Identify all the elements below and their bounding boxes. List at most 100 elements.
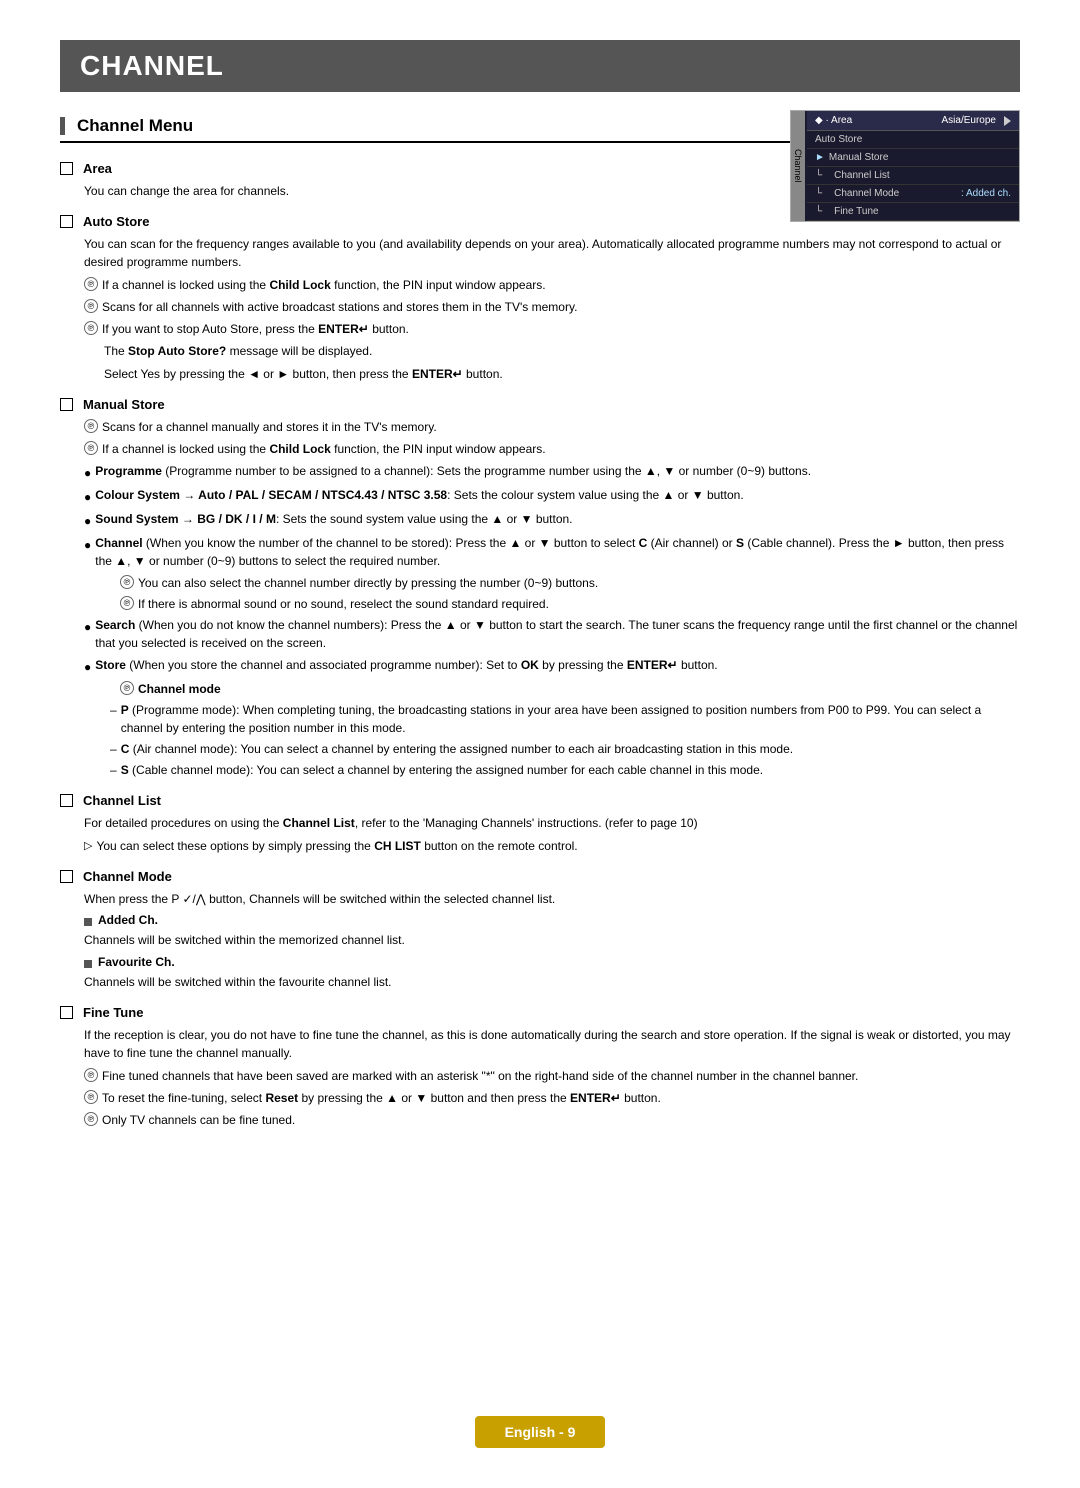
menu-row-autostote: Auto Store (807, 131, 1019, 149)
ms-sub-note2-text: If there is abnormal sound or no sound, … (138, 595, 549, 613)
ms-channel-text: Channel (When you know the number of the… (95, 534, 1020, 570)
channelmode-title: Channel Mode (83, 869, 172, 884)
ms-note2-text: If a channel is locked using the Child L… (102, 440, 546, 458)
ms-search-text: Search (When you do not know the channel… (95, 616, 1020, 652)
menu-channelmode-value: : Added ch. (961, 188, 1011, 199)
fav-ch-header: Favourite Ch. (84, 955, 1020, 969)
page: CHANNEL Channel Menu Channel ◆ · Area As… (0, 0, 1080, 1488)
ms-programme-text: Programme (Programme number to be assign… (95, 462, 811, 480)
menu-area-arrow (1004, 116, 1011, 126)
channelmode-header: Channel Mode (60, 869, 1020, 884)
channellist-note-text: You can select these options by simply p… (96, 837, 577, 855)
note-circle-icon3: ℗ (84, 321, 98, 335)
ms-dash-p: – P (Programme mode): When completing tu… (110, 701, 1020, 737)
ms-dash-c-text: C (Air channel mode): You can select a c… (121, 740, 793, 758)
footer-badge: English - 9 (475, 1416, 606, 1448)
ms-dash-p-text: P (Programme mode): When completing tuni… (121, 701, 1020, 737)
finetune-note3: ℗ Only TV channels can be fine tuned. (84, 1111, 1020, 1129)
bullet-dot1: ● (84, 464, 91, 482)
note-circle-icon: ℗ (84, 277, 98, 291)
autostore-body: You can scan for the frequency ranges av… (84, 235, 1020, 271)
ms-bullet-search: ● Search (When you do not know the chann… (84, 616, 1020, 652)
bullet-dot2: ● (84, 488, 91, 506)
main-text: Area You can change the area for channel… (60, 161, 1020, 1129)
channel-side-label: Channel (791, 111, 805, 221)
dash-s-symbol: – (110, 761, 117, 779)
autostore-note3: ℗ If you want to stop Auto Store, press … (84, 320, 1020, 338)
chapter-title: CHANNEL (60, 40, 1020, 92)
menu-area-label: ◆ · Area (815, 115, 852, 126)
added-ch-header: Added Ch. (84, 913, 1020, 927)
ms-bullet-sound: ● Sound System → BG / DK / I / M: Sets t… (84, 510, 1020, 530)
channellist-checkbox (60, 794, 73, 807)
autostore-title: Auto Store (83, 214, 149, 229)
ms-sound-text: Sound System → BG / DK / I / M: Sets the… (95, 510, 572, 528)
section-title-bar (60, 117, 65, 135)
menu-image-inner: Channel ◆ · Area Asia/Europe Auto Store … (791, 111, 1019, 221)
bullet-dot3: ● (84, 512, 91, 530)
added-ch-body: Channels will be switched within the mem… (84, 931, 1020, 949)
finetune-header: Fine Tune (60, 1005, 1020, 1020)
ms-channelmode-text: Channel mode (138, 680, 221, 698)
autostore-note2-text: Scans for all channels with active broad… (102, 298, 577, 316)
ms-bullet-colour: ● Colour System → Auto / PAL / SECAM / N… (84, 486, 1020, 506)
ms-sub-note1: ℗ You can also select the channel number… (120, 574, 1020, 592)
ms-bullet-programme: ● Programme (Programme number to be assi… (84, 462, 1020, 482)
manualstore-note2: ℗ If a channel is locked using the Child… (84, 440, 1020, 458)
channellist-header: Channel List (60, 793, 1020, 808)
menu-row-channelmode: └ Channel Mode : Added ch. (807, 185, 1019, 203)
dash-c-symbol: – (110, 740, 117, 758)
area-title: Area (83, 161, 112, 176)
menu-row-manualstore: ► Manual Store (807, 149, 1019, 167)
channelmode-body: When press the P ✓/⋀ button, Channels wi… (84, 890, 1020, 908)
dash-p-symbol: – (110, 701, 117, 719)
ms-sub-nc2: ℗ (120, 596, 134, 610)
fav-ch-label: Favourite Ch. (98, 955, 175, 969)
menu-main: ◆ · Area Asia/Europe Auto Store ► Manual… (807, 111, 1019, 221)
autostore-note1-text: If a channel is locked using the Child L… (102, 276, 546, 294)
ms-dash-s-text: S (Cable channel mode): You can select a… (121, 761, 763, 779)
manualstore-header: Manual Store (60, 397, 1020, 412)
menu-area-value: Asia/Europe (942, 115, 996, 126)
manualstore-checkbox (60, 398, 73, 411)
subsection-manualstore: Manual Store ℗ Scans for a channel manua… (60, 397, 1020, 779)
ms-sub-nc1: ℗ (120, 575, 134, 589)
autostore-indent2: Select Yes by pressing the ◄ or ► button… (104, 365, 1020, 383)
ms-store-text: Store (When you store the channel and as… (95, 656, 717, 674)
finetune-note1-text: Fine tuned channels that have been saved… (102, 1067, 858, 1085)
menu-row-finetune: └ Fine Tune (807, 203, 1019, 221)
finetune-title: Fine Tune (83, 1005, 143, 1020)
ms-sub-note2: ℗ If there is abnormal sound or no sound… (120, 595, 1020, 613)
autostore-note1: ℗ If a channel is locked using the Child… (84, 276, 1020, 294)
finetune-body: If the reception is clear, you do not ha… (84, 1026, 1020, 1062)
ms-note1-text: Scans for a channel manually and stores … (102, 418, 437, 436)
ms-colour-text: Colour System → Auto / PAL / SECAM / NTS… (95, 486, 743, 504)
added-ch-label: Added Ch. (98, 913, 158, 927)
finetune-note1: ℗ Fine tuned channels that have been sav… (84, 1067, 1020, 1085)
manualstore-note1: ℗ Scans for a channel manually and store… (84, 418, 1020, 436)
finetune-note2-text: To reset the fine-tuning, select Reset b… (102, 1089, 661, 1107)
finetune-checkbox (60, 1006, 73, 1019)
bullet-dot6: ● (84, 658, 91, 676)
channellist-note-icon: ▷ (84, 838, 92, 855)
ms-dash-s: – S (Cable channel mode): You can select… (110, 761, 1020, 779)
subsection-channellist: Channel List For detailed procedures on … (60, 793, 1020, 855)
autostore-note2: ℗ Scans for all channels with active bro… (84, 298, 1020, 316)
bullet-dot4: ● (84, 536, 91, 554)
subsection-channelmode: Channel Mode When press the P ✓/⋀ button… (60, 869, 1020, 991)
ms-sub-note1-text: You can also select the channel number d… (138, 574, 598, 592)
channel-menu-panel: Channel ◆ · Area Asia/Europe Auto Store … (790, 110, 1020, 222)
note-circle-icon2: ℗ (84, 299, 98, 313)
subsection-finetune: Fine Tune If the reception is clear, you… (60, 1005, 1020, 1129)
finetune-note3-text: Only TV channels can be fine tuned. (102, 1111, 295, 1129)
ms-dash-c: – C (Air channel mode): You can select a… (110, 740, 1020, 758)
channelmode-checkbox (60, 870, 73, 883)
autostore-note3-text: If you want to stop Auto Store, press th… (102, 320, 409, 338)
fav-ch-body: Channels will be switched within the fav… (84, 973, 1020, 991)
ms-note-circle2: ℗ (84, 441, 98, 455)
ms-cm-nc: ℗ (120, 681, 134, 695)
added-ch-square (84, 918, 92, 926)
menu-body: Auto Store ► Manual Store └ Channel List… (807, 131, 1019, 221)
channellist-note: ▷ You can select these options by simply… (84, 837, 1020, 855)
autostore-indent1: The Stop Auto Store? message will be dis… (104, 342, 1020, 360)
